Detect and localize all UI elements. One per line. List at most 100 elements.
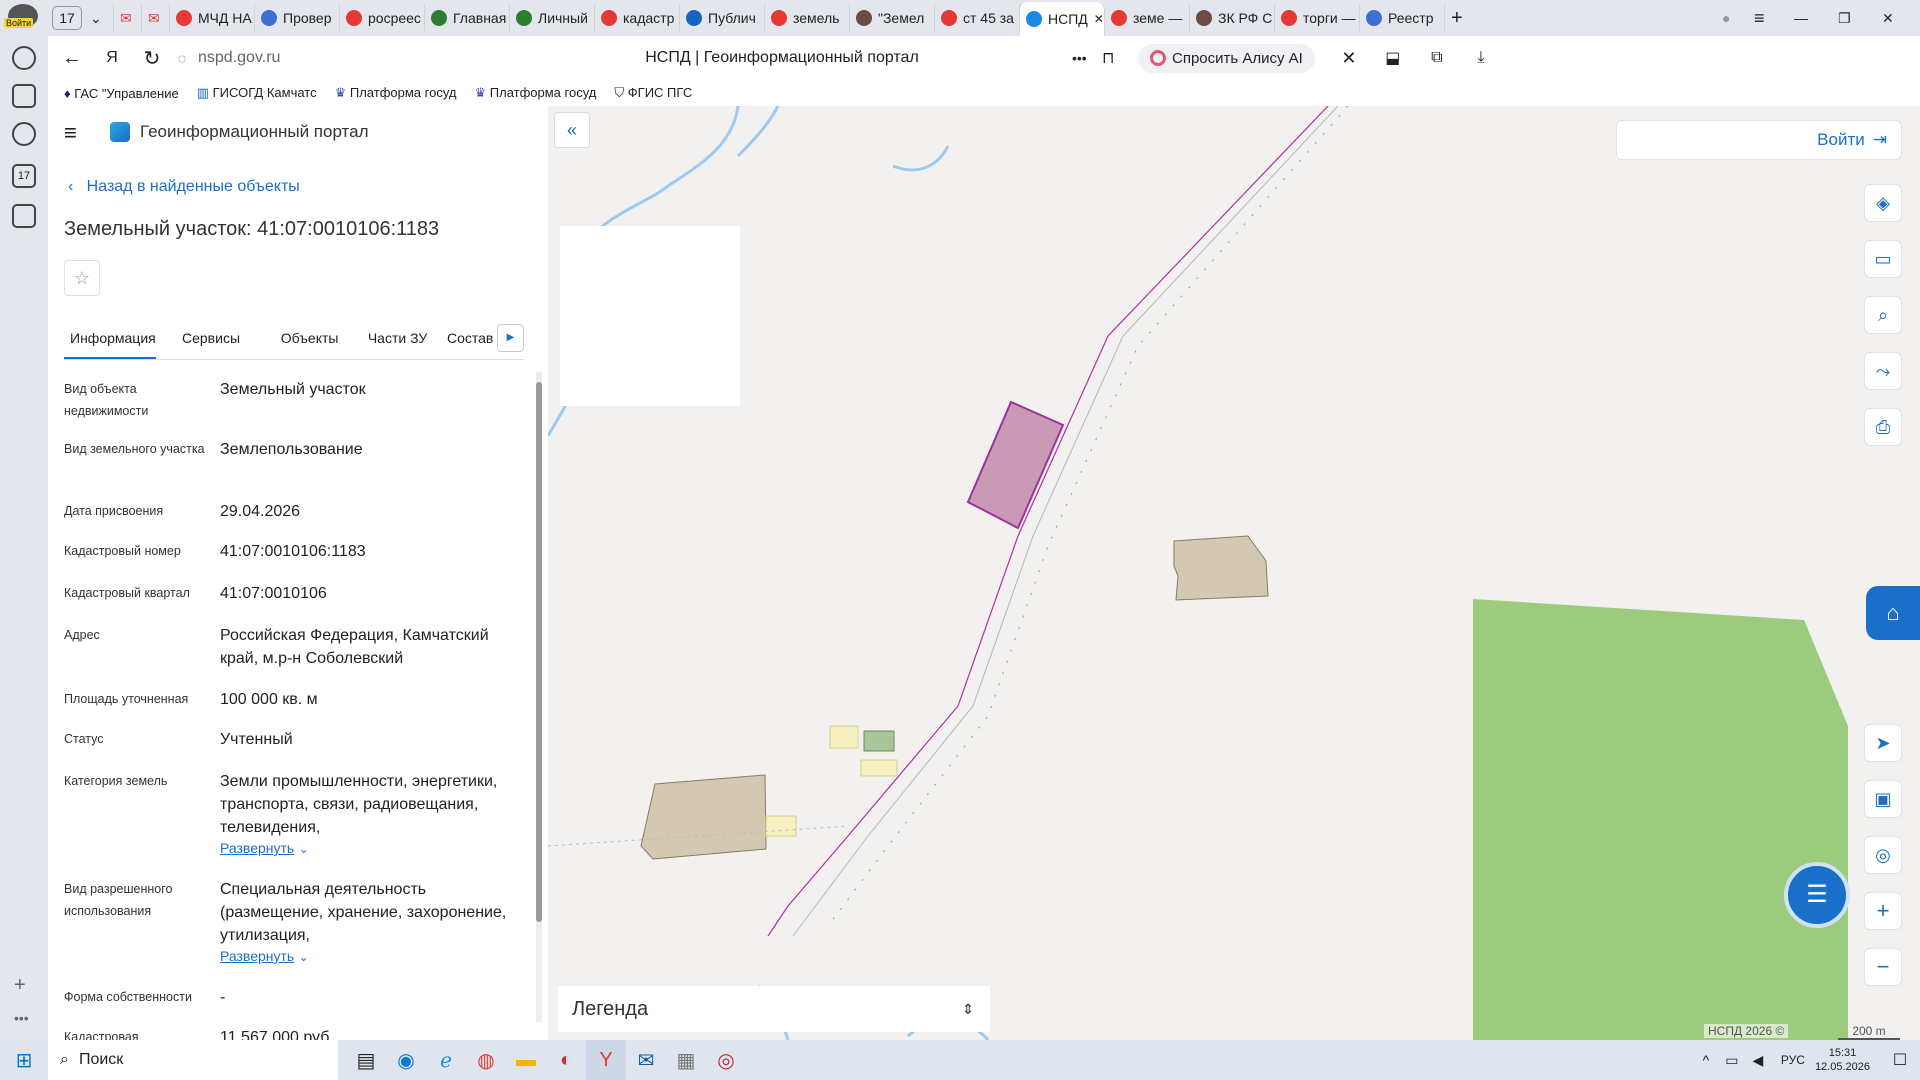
- close-tab-icon[interactable]: ✕: [1094, 12, 1104, 26]
- assistant-icon[interactable]: ⌂: [1866, 586, 1920, 640]
- new-tab-button[interactable]: +: [1445, 4, 1473, 32]
- expand-link[interactable]: Развернуть ⌄: [220, 948, 309, 966]
- yandex-browser-icon[interactable]: Y: [586, 1040, 626, 1080]
- back-link[interactable]: ‹ Назад в найденные объекты: [68, 178, 300, 196]
- browser-tab[interactable]: МЧД НА: [170, 4, 255, 32]
- share-button[interactable]: ⤳: [1864, 352, 1902, 390]
- login-badge[interactable]: Войти: [4, 18, 34, 28]
- legend-bar[interactable]: Легенда ⇕: [558, 986, 990, 1032]
- tab-objects[interactable]: Объекты: [265, 324, 354, 359]
- minimap-button[interactable]: ▣: [1864, 780, 1902, 818]
- notification-icon[interactable]: ☐: [1880, 1040, 1920, 1080]
- zoom-out-button[interactable]: −: [1864, 948, 1902, 986]
- url-input[interactable]: nspd.gov.ru: [192, 49, 492, 67]
- add-panel-icon[interactable]: +: [14, 974, 26, 997]
- browser-tab[interactable]: Главная: [425, 4, 510, 32]
- file-explorer-icon[interactable]: ▬: [506, 1040, 546, 1080]
- browser-tab[interactable]: торги —: [1275, 4, 1360, 32]
- tab-information[interactable]: Информация: [64, 324, 156, 359]
- print-button[interactable]: ⎙: [1864, 408, 1902, 446]
- close-window-icon[interactable]: ✕: [1876, 4, 1920, 32]
- tab-strip: 17 ⌄ ✉ ✉ МЧД НА Провер росреес Главная Личны…: [48, 0, 1920, 36]
- language-indicator[interactable]: РУС: [1781, 1053, 1805, 1067]
- minimize-icon[interactable]: —: [1788, 4, 1832, 32]
- browser-tab[interactable]: НСПД ✕: [1020, 2, 1105, 36]
- locate-button[interactable]: ➤: [1864, 724, 1902, 762]
- alice-button[interactable]: Спросить Алису AI: [1138, 43, 1315, 73]
- shield-icon[interactable]: ⬓: [1371, 48, 1415, 68]
- reload-icon[interactable]: ↻: [132, 46, 172, 71]
- tab-counter[interactable]: 17: [52, 6, 82, 30]
- chat-button[interactable]: ☰: [1784, 862, 1850, 928]
- bookmark-item[interactable]: ⛉ ФГИС ПГС: [614, 85, 692, 101]
- zoom-in-button[interactable]: +: [1864, 892, 1902, 930]
- browser-tab[interactable]: "Земел: [850, 4, 935, 32]
- chrome-icon[interactable]: ◍: [466, 1040, 506, 1080]
- camera-icon[interactable]: [12, 204, 36, 228]
- task-view-icon[interactable]: ▤: [346, 1040, 386, 1080]
- collections-icon[interactable]: [12, 84, 36, 108]
- bookmark-item[interactable]: ♦ ГАС "Управление: [64, 86, 179, 101]
- bookmark-item[interactable]: ▥ ГИСОГД Камчатс: [197, 85, 317, 101]
- play-icon[interactable]: [12, 122, 36, 146]
- taskbar-search[interactable]: ⌕ Поиск: [48, 1040, 338, 1080]
- collapse-panel-button[interactable]: «: [554, 112, 590, 148]
- ruler-button[interactable]: ▭: [1864, 240, 1902, 278]
- bookmark-item[interactable]: ♛ Платформа госуд: [335, 85, 457, 101]
- tab-composition[interactable]: Состав: [441, 324, 497, 359]
- archive-icon[interactable]: ▦: [666, 1040, 706, 1080]
- more-dots-icon[interactable]: •••: [1072, 50, 1102, 66]
- restore-icon[interactable]: ❐: [1832, 4, 1876, 32]
- bookmark-icon[interactable]: ⊓: [1102, 48, 1132, 68]
- browser-tab[interactable]: Личный: [510, 4, 595, 32]
- map-canvas[interactable]: [548, 106, 1920, 1040]
- browser-tab[interactable]: земе —: [1105, 4, 1190, 32]
- tab-list-chevron-icon[interactable]: ⌄: [84, 4, 114, 32]
- chevron-down-icon: ⌄: [298, 842, 309, 856]
- network-icon[interactable]: ▭: [1719, 1040, 1745, 1080]
- ie-icon[interactable]: ℯ: [426, 1040, 466, 1080]
- browser-tab[interactable]: кадастр: [595, 4, 680, 32]
- browser-tab[interactable]: земель: [765, 4, 850, 32]
- profile-icon[interactable]: ●: [1716, 4, 1748, 32]
- back-icon[interactable]: ←: [52, 47, 92, 70]
- extension-icon[interactable]: ✕: [1327, 48, 1371, 69]
- browser-tab[interactable]: Провер: [255, 4, 340, 32]
- hamburger-menu-icon[interactable]: ≡: [64, 120, 77, 146]
- favorite-star-button[interactable]: ☆: [64, 260, 100, 296]
- menu-icon[interactable]: ≡: [1748, 4, 1788, 32]
- layers-button[interactable]: ◈: [1864, 184, 1902, 222]
- calendar-icon[interactable]: 17: [12, 164, 36, 188]
- tray-chevron-icon[interactable]: ^: [1693, 1040, 1719, 1080]
- geolocation-button[interactable]: ◎: [1864, 836, 1902, 874]
- bookmark-item[interactable]: ♛ Платформа госуд: [474, 85, 596, 101]
- windows-start-icon[interactable]: ⊞: [0, 1040, 48, 1080]
- map-view[interactable]: « Войти ⇥ ◈ ▭ ⌕ ⤳ ⎙ ⌂ ➤ ▣ ◎ + − ☰ Легенда…: [548, 106, 1920, 1040]
- expand-link[interactable]: Развернуть ⌄: [220, 840, 309, 858]
- browser-tab[interactable]: ст 45 за: [935, 4, 1020, 32]
- browser-tab[interactable]: Реестр: [1360, 4, 1445, 32]
- yandex-icon[interactable]: Я: [92, 49, 132, 67]
- generic-app-icon[interactable]: ◎: [706, 1040, 746, 1080]
- browser-tab[interactable]: ЗК РФ С: [1190, 4, 1275, 32]
- app-icon[interactable]: ◐: [546, 1040, 586, 1080]
- panel-scrollbar[interactable]: [536, 372, 542, 1022]
- more-icon[interactable]: •••: [14, 1010, 29, 1026]
- tab-parts[interactable]: Части ЗУ: [354, 324, 441, 359]
- tabs-next-arrow-icon[interactable]: ▶: [496, 324, 524, 352]
- mail-tab[interactable]: ✉: [114, 4, 142, 32]
- mail-tab-2[interactable]: ✉: [142, 4, 170, 32]
- download-icon[interactable]: ⤓: [1459, 49, 1503, 67]
- volume-icon[interactable]: ◀: [1745, 1040, 1771, 1080]
- tab-services[interactable]: Сервисы: [156, 324, 265, 359]
- clipboard-icon[interactable]: ⧉: [1415, 49, 1459, 67]
- map-copyright: НСПД 2026 ©: [1704, 1024, 1789, 1038]
- clock[interactable]: 15:31 12.05.2026: [1815, 1046, 1870, 1074]
- outlook-icon[interactable]: ✉: [626, 1040, 666, 1080]
- browser-tab[interactable]: росреес: [340, 4, 425, 32]
- edge-icon[interactable]: ◉: [386, 1040, 426, 1080]
- map-login-button[interactable]: Войти ⇥: [1616, 120, 1902, 160]
- browser-tab[interactable]: Публич: [680, 4, 765, 32]
- area-search-button[interactable]: ⌕: [1864, 296, 1902, 334]
- history-icon[interactable]: [12, 46, 36, 70]
